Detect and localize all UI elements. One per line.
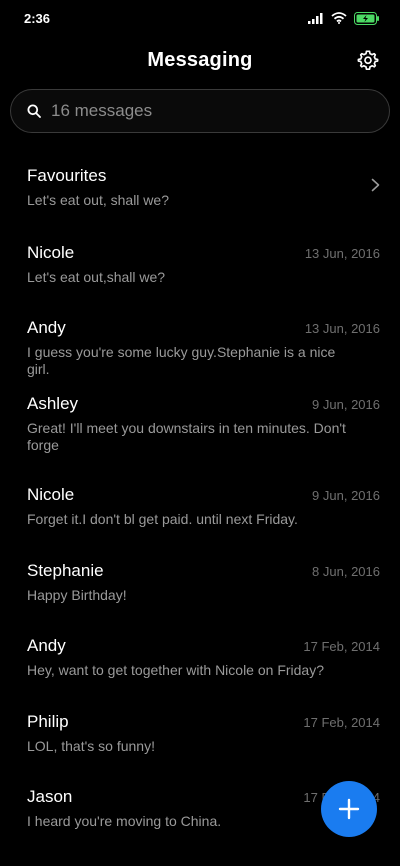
app-header: Messaging (0, 40, 400, 80)
message-date: 17 Feb, 2014 (303, 638, 380, 654)
page-title: Messaging (147, 48, 253, 71)
conversation-item[interactable]: Andy 17 Feb, 2014 Hey, want to get toget… (0, 620, 400, 696)
status-bar: 2:36 (0, 0, 400, 36)
message-preview: Great! I'll meet you downstairs in ten m… (27, 420, 346, 453)
battery-charging-icon (354, 11, 379, 25)
contact-name: Philip (27, 712, 69, 731)
contact-name: Ashley (27, 394, 79, 413)
contact-name: Stephanie (27, 561, 104, 580)
message-date: 13 Jun, 2016 (304, 245, 380, 261)
contact-name: Andy (27, 318, 66, 337)
message-preview: Let's eat out,shall we? (27, 269, 166, 285)
message-date: 9 Jun, 2016 (312, 487, 380, 503)
message-date: 13 Jun, 2016 (304, 320, 380, 336)
plus-icon (338, 798, 360, 820)
status-time: 2:36 (24, 10, 51, 26)
favourites-item[interactable]: Favourites Let's eat out, shall we? (0, 150, 400, 227)
message-preview: I guess you're some lucky guy.Stephanie … (27, 344, 336, 377)
message-date: 17 Feb, 2014 (303, 714, 380, 730)
message-date: 8 Jun, 2016 (312, 563, 380, 579)
conversation-item[interactable]: Andy 13 Jun, 2016 I guess you're some lu… (0, 302, 400, 378)
message-preview: Hey, want to get together with Nicole on… (27, 662, 325, 678)
contact-name: Nicole (27, 243, 75, 262)
conversation-item[interactable]: Stephanie 8 Jun, 2016 Happy Birthday! (0, 545, 400, 620)
conversation-list: Favourites Let's eat out, shall we? Nico… (0, 150, 400, 847)
compose-button[interactable] (321, 781, 377, 837)
wifi-icon (331, 12, 347, 24)
status-icons (308, 11, 380, 25)
search-input[interactable] (51, 101, 389, 121)
settings-button[interactable] (356, 48, 380, 72)
message-preview: Happy Birthday! (27, 587, 127, 603)
conversation-item[interactable]: Nicole 9 Jun, 2016 Forget it.I don't bl … (0, 469, 400, 545)
search-icon (27, 103, 43, 119)
contact-name: Jason (27, 787, 73, 806)
signal-icon (308, 12, 323, 24)
favourites-preview: Let's eat out, shall we? (27, 192, 169, 208)
conversation-item[interactable]: Ashley 9 Jun, 2016 Great! I'll meet you … (0, 378, 400, 469)
gear-icon (357, 50, 379, 70)
chevron-right-icon (371, 178, 380, 192)
conversation-item[interactable]: Nicole 13 Jun, 2016 Let's eat out,shall … (0, 227, 400, 302)
message-preview: LOL, that's so funny! (27, 738, 155, 754)
message-preview: Forget it.I don't bl get paid. until nex… (27, 511, 298, 527)
contact-name: Nicole (27, 485, 75, 504)
contact-name: Andy (27, 636, 66, 655)
favourites-title: Favourites (27, 166, 107, 185)
search-bar[interactable] (10, 89, 390, 133)
conversation-item[interactable]: Philip 17 Feb, 2014 LOL, that's so funny… (0, 696, 400, 771)
message-date: 9 Jun, 2016 (312, 396, 380, 412)
